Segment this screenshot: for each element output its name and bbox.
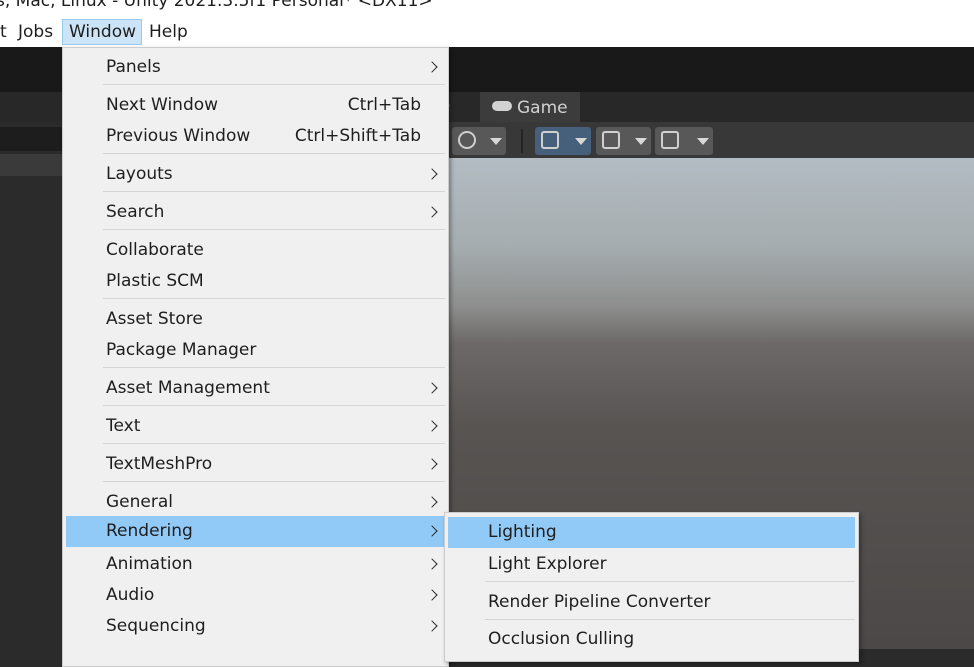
- snap-grid-icon: [602, 131, 620, 149]
- dropdown-arrow-icon: [490, 138, 502, 145]
- menu-item-shortcut: Ctrl+Tab: [347, 95, 421, 115]
- menu-divider: [103, 367, 445, 368]
- rendering-submenu: Lighting Light Explorer Render Pipeline …: [444, 512, 859, 662]
- chevron-right-icon: [426, 382, 438, 394]
- toolbar-separator: [521, 129, 523, 153]
- menu-item-next-window[interactable]: Next Window Ctrl+Tab: [66, 90, 445, 121]
- menu-item-label: Previous Window: [106, 126, 251, 146]
- menu-help[interactable]: Help: [143, 19, 194, 45]
- submenu-item-render-pipeline-converter[interactable]: Render Pipeline Converter: [448, 587, 855, 618]
- menu-jobs[interactable]: Jobs: [12, 19, 59, 45]
- menu-item-label: Occlusion Culling: [488, 629, 635, 649]
- menu-item-label: Plastic SCM: [106, 271, 204, 291]
- gamepad-icon: [492, 101, 512, 111]
- menu-item-shortcut: Ctrl+Shift+Tab: [294, 126, 421, 146]
- menu-item-label: Render Pipeline Converter: [488, 592, 711, 612]
- ruler-snap-button[interactable]: [655, 127, 713, 155]
- menu-item-label: Next Window: [106, 95, 219, 115]
- menu-item-label: Collaborate: [106, 240, 204, 260]
- globe-icon: [458, 131, 476, 149]
- submenu-item-light-explorer[interactable]: Light Explorer: [448, 549, 855, 580]
- menu-divider: [103, 229, 445, 230]
- chevron-right-icon: [426, 589, 438, 601]
- menu-divider: [103, 405, 445, 406]
- menu-item-label: Lighting: [488, 522, 557, 542]
- submenu-item-occlusion-culling[interactable]: Occlusion Culling: [448, 624, 855, 655]
- dropdown-arrow-icon: [635, 138, 647, 145]
- ruler-icon: [661, 131, 679, 149]
- hierarchy-row: [0, 154, 62, 176]
- dropdown-arrow-icon: [697, 138, 709, 145]
- chevron-right-icon: [426, 168, 438, 180]
- hierarchy-panel: [0, 122, 62, 649]
- window-menu-dropdown: Panels Next Window Ctrl+Tab Previous Win…: [62, 47, 449, 667]
- menu-divider: [103, 298, 445, 299]
- menu-item-label: Text: [106, 416, 141, 436]
- menu-item-label: Asset Management: [106, 378, 270, 398]
- menu-item-label: Audio: [106, 585, 155, 605]
- chevron-right-icon: [426, 620, 438, 632]
- menu-item-label: Search: [106, 202, 165, 222]
- menu-item-general[interactable]: General: [66, 487, 445, 518]
- window-title-bar: s, Mac, Linux - Unity 2021.3.5f1 Persona…: [0, 0, 974, 16]
- tab-game-label: Game: [517, 98, 568, 118]
- chevron-right-icon: [426, 558, 438, 570]
- menu-item-package-manager[interactable]: Package Manager: [66, 335, 445, 366]
- menu-item-label: General: [106, 492, 173, 512]
- hierarchy-toolbar: [0, 127, 62, 151]
- menu-item-animation[interactable]: Animation: [66, 549, 445, 580]
- menu-item-rendering[interactable]: Rendering: [66, 516, 445, 547]
- menu-item-label: Panels: [106, 57, 161, 77]
- menu-item-label: TextMeshPro: [106, 454, 213, 474]
- menu-item-textmeshpro[interactable]: TextMeshPro: [66, 449, 445, 480]
- increment-snap-button[interactable]: [596, 127, 651, 155]
- window-title: s, Mac, Linux - Unity 2021.3.5f1 Persona…: [0, 0, 433, 11]
- chevron-right-icon: [426, 525, 438, 537]
- menu-item-search[interactable]: Search: [66, 197, 445, 228]
- menu-divider: [485, 619, 855, 620]
- menu-divider: [485, 581, 855, 582]
- menu-bar: t Jobs Window Help: [0, 16, 974, 47]
- menu-item-label: Layouts: [106, 164, 173, 184]
- menu-item-audio[interactable]: Audio: [66, 580, 445, 611]
- chevron-right-icon: [426, 206, 438, 218]
- menu-item-label: Animation: [106, 554, 193, 574]
- tab-game[interactable]: Game: [480, 92, 580, 122]
- menu-item-label: Rendering: [106, 521, 193, 541]
- grid-snap-icon: [541, 131, 559, 149]
- menu-item-label: Package Manager: [106, 340, 257, 360]
- menu-divider: [103, 84, 445, 85]
- menu-item-asset-management[interactable]: Asset Management: [66, 373, 445, 404]
- chevron-right-icon: [426, 61, 438, 73]
- menu-item-label: Light Explorer: [488, 554, 607, 574]
- dropdown-arrow-icon: [575, 138, 587, 145]
- menu-window[interactable]: Window: [62, 19, 142, 45]
- menu-item-label: Sequencing: [106, 616, 206, 636]
- chevron-right-icon: [426, 458, 438, 470]
- menu-item-layouts[interactable]: Layouts: [66, 159, 445, 190]
- chevron-right-icon: [426, 496, 438, 508]
- menu-item-panels[interactable]: Panels: [66, 52, 445, 83]
- chevron-right-icon: [426, 420, 438, 432]
- menu-item-label: Asset Store: [106, 309, 203, 329]
- menu-edit[interactable]: t: [0, 19, 13, 45]
- menu-item-previous-window[interactable]: Previous Window Ctrl+Shift+Tab: [66, 121, 445, 152]
- menu-item-collaborate[interactable]: Collaborate: [66, 235, 445, 266]
- menu-item-text[interactable]: Text: [66, 411, 445, 442]
- menu-divider: [103, 153, 445, 154]
- menu-item-plastic-scm[interactable]: Plastic SCM: [66, 266, 445, 297]
- grid-snapping-button[interactable]: [535, 127, 591, 155]
- menu-item-sequencing[interactable]: Sequencing: [66, 611, 445, 642]
- submenu-item-lighting[interactable]: Lighting: [448, 517, 855, 548]
- menu-item-asset-store[interactable]: Asset Store: [66, 304, 445, 335]
- menu-divider: [103, 443, 445, 444]
- global-toggle-button[interactable]: [452, 127, 506, 155]
- menu-divider: [103, 191, 445, 192]
- menu-divider: [103, 481, 445, 482]
